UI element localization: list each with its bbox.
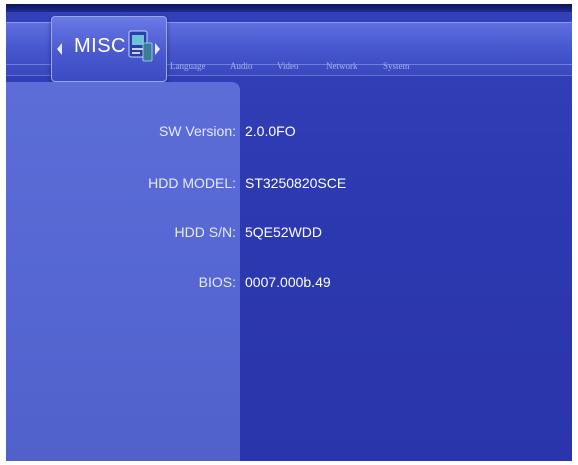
arrow-right-icon[interactable] bbox=[155, 43, 160, 55]
tab-network[interactable]: Network bbox=[326, 61, 358, 71]
misc-device-icon bbox=[128, 30, 153, 62]
tab-audio[interactable]: Audio bbox=[230, 61, 253, 71]
bios-value: 0007.000b.49 bbox=[245, 274, 331, 290]
hdd-sn-value: 5QE52WDD bbox=[245, 224, 323, 240]
hdd-model-value: ST3250820SCE bbox=[245, 175, 347, 191]
tab-system[interactable]: System bbox=[383, 61, 410, 71]
bios-label: BIOS: bbox=[198, 274, 236, 290]
hdd-sn-label: HDD S/N: bbox=[174, 224, 236, 240]
sw-version-value: 2.0.0FO bbox=[245, 123, 296, 139]
tab-video[interactable]: Video bbox=[277, 61, 298, 71]
hdd-model-label: HDD MODEL: bbox=[148, 175, 236, 191]
settings-screen: Language Audio Video Network System MISC… bbox=[6, 4, 572, 461]
tab-misc-label: MISC bbox=[74, 35, 126, 57]
sw-version-label: SW Version: bbox=[158, 123, 236, 139]
tab-language[interactable]: Language bbox=[170, 61, 205, 71]
tab-misc-selected[interactable]: MISC bbox=[51, 16, 167, 82]
arrow-left-icon[interactable] bbox=[57, 43, 62, 55]
top-strip bbox=[6, 4, 572, 12]
